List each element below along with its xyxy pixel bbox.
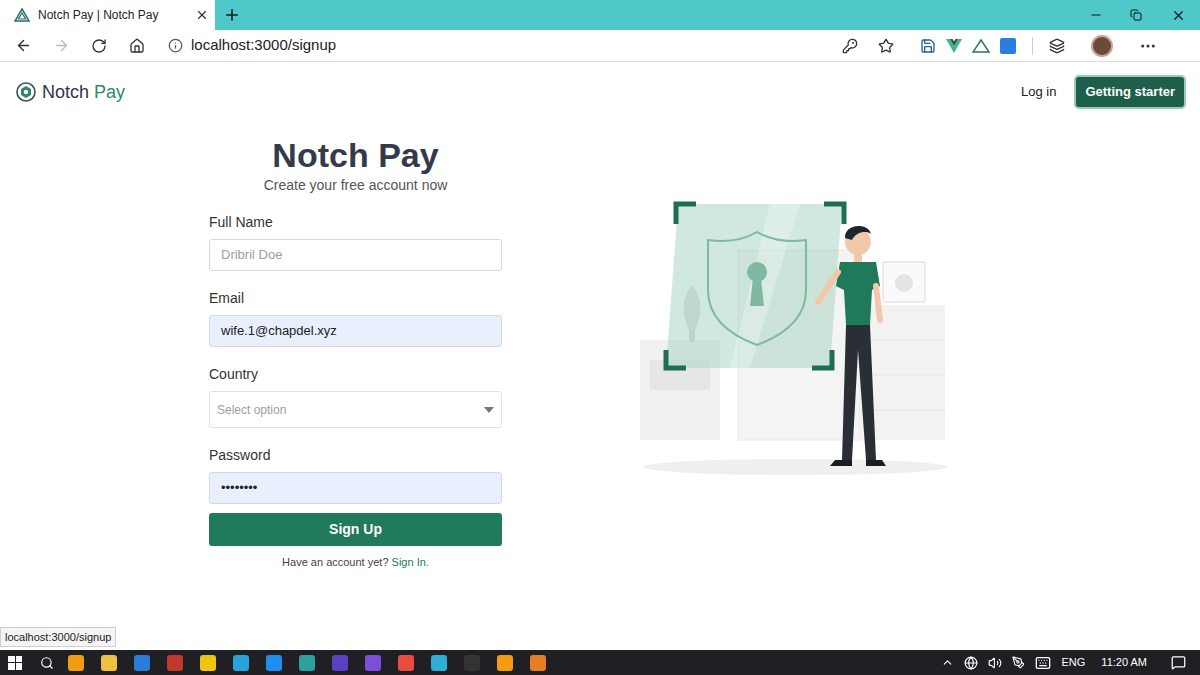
form-title: Notch Pay (209, 135, 502, 175)
page: Notch PayLog inGetting starterNotch PayC… (0, 62, 1200, 650)
taskbar-app-icon[interactable] (200, 655, 216, 671)
refresh-button[interactable] (84, 32, 114, 60)
field-label: Password (209, 446, 502, 464)
tab-title: Notch Pay | Notch Pay (38, 6, 187, 24)
minimize-icon (1089, 8, 1103, 22)
get-started-button[interactable]: Getting starter (1076, 77, 1184, 107)
network-icon[interactable] (964, 656, 978, 670)
close-window-icon (1171, 8, 1186, 23)
favorite-star-icon[interactable] (878, 38, 894, 54)
field-label: Country (209, 365, 502, 383)
security-illustration (630, 190, 960, 480)
login-link[interactable]: Log in (1021, 82, 1056, 102)
clock[interactable]: 11:20 AM (1101, 654, 1147, 671)
blue-extension-icon[interactable] (1000, 38, 1016, 54)
pen-icon[interactable] (1012, 656, 1025, 669)
taskbar-app-icon[interactable] (431, 655, 447, 671)
text-input[interactable]: wife.1@chapdel.xyz (209, 315, 502, 347)
restore-button[interactable] (1116, 9, 1156, 21)
country-select[interactable]: Select option (209, 391, 502, 428)
new-tab-icon[interactable] (223, 6, 241, 24)
form-field: Full Name Dribril Doe (209, 213, 502, 271)
text-input[interactable]: Dribril Doe (209, 239, 502, 271)
screen: Notch Pay | Notch Paylocalhost:3000/sign… (0, 0, 1200, 675)
notch-logo-icon (16, 82, 36, 102)
back-button[interactable] (8, 32, 38, 60)
taskbar-app-icon[interactable] (101, 655, 117, 671)
volume-icon[interactable] (988, 656, 1002, 670)
language-indicator[interactable]: ENG (1061, 654, 1085, 671)
password-key-icon[interactable] (842, 38, 858, 54)
taskbar-app-icon[interactable] (365, 655, 381, 671)
status-url-tooltip: localhost:3000/signup (0, 627, 116, 648)
forward-button[interactable] (46, 32, 76, 60)
form-field: Password •••••••• (209, 446, 502, 504)
signup-form: Notch PayCreate your free account now Ful… (209, 135, 502, 571)
keyboard-icon[interactable] (1035, 655, 1051, 671)
profile-avatar-icon[interactable] (1091, 35, 1113, 57)
collections-icon[interactable] (1049, 38, 1065, 54)
taskbar-app-icon[interactable] (68, 655, 84, 671)
taskbar-app-icon[interactable] (266, 655, 282, 671)
back-icon (15, 37, 32, 54)
notch-favicon-icon (14, 8, 30, 22)
notifications-icon[interactable] (1171, 655, 1186, 670)
forward-icon (53, 37, 70, 54)
brand-first: Notch (42, 82, 89, 102)
taskbar-app-icon[interactable] (497, 655, 513, 671)
form-subtitle: Create your free account now (209, 175, 502, 195)
main: Notch PayCreate your free account now Ful… (0, 122, 1200, 571)
site-info-icon[interactable] (168, 38, 183, 53)
taskbar-app-icon[interactable] (530, 655, 546, 671)
site-header: Notch Pay Log in Getting starter (0, 62, 1200, 122)
save-extension-icon[interactable] (920, 38, 936, 54)
form-field: Country Select option (209, 365, 502, 428)
taskbar-app-icon[interactable] (167, 655, 183, 671)
signup-button[interactable]: Sign Up (209, 513, 502, 546)
taskbar-app-icon[interactable] (398, 655, 414, 671)
tray-expand-icon[interactable] (941, 656, 954, 669)
taskbar: ENG 11:20 AM (0, 650, 1200, 675)
signin-prompt: Have an account yet? Sign In. (209, 554, 502, 571)
taskbar-app-icon[interactable] (299, 655, 315, 671)
start-button[interactable] (8, 656, 22, 670)
taskbar-app-icon[interactable] (332, 655, 348, 671)
brand-second: Pay (94, 82, 125, 102)
home-button[interactable] (122, 32, 152, 60)
browser-tab[interactable]: Notch Pay | Notch Pay (0, 0, 215, 30)
close-window-button[interactable] (1156, 8, 1200, 23)
signin-link[interactable]: Sign In. (392, 556, 429, 568)
dropdown-caret-icon (484, 407, 494, 413)
password-input[interactable]: •••••••• (209, 472, 502, 504)
form-field: Email wife.1@chapdel.xyz (209, 289, 502, 347)
tab-bar: Notch Pay | Notch Pay (0, 0, 1200, 30)
taskbar-app-icon[interactable] (464, 655, 480, 671)
taskbar-app-icon[interactable] (134, 655, 150, 671)
task-view-icon[interactable] (40, 656, 54, 670)
url-field[interactable]: localhost:3000/signup (160, 32, 902, 60)
restore-icon (1130, 9, 1142, 21)
home-icon (129, 38, 145, 54)
brand-logo[interactable]: Notch Pay (16, 80, 125, 104)
refresh-icon (91, 38, 107, 54)
taskbar-app-icon[interactable] (233, 655, 249, 671)
field-label: Full Name (209, 213, 502, 231)
field-label: Email (209, 289, 502, 307)
address-bar: localhost:3000/signup (0, 30, 1200, 62)
minimize-button[interactable] (1076, 8, 1116, 22)
vue-extension-icon[interactable] (946, 39, 962, 53)
close-tab-icon[interactable] (195, 8, 209, 22)
url-text: localhost:3000/signup (191, 34, 834, 57)
more-icon[interactable] (1139, 37, 1157, 55)
notch-extension-icon[interactable] (972, 39, 990, 53)
